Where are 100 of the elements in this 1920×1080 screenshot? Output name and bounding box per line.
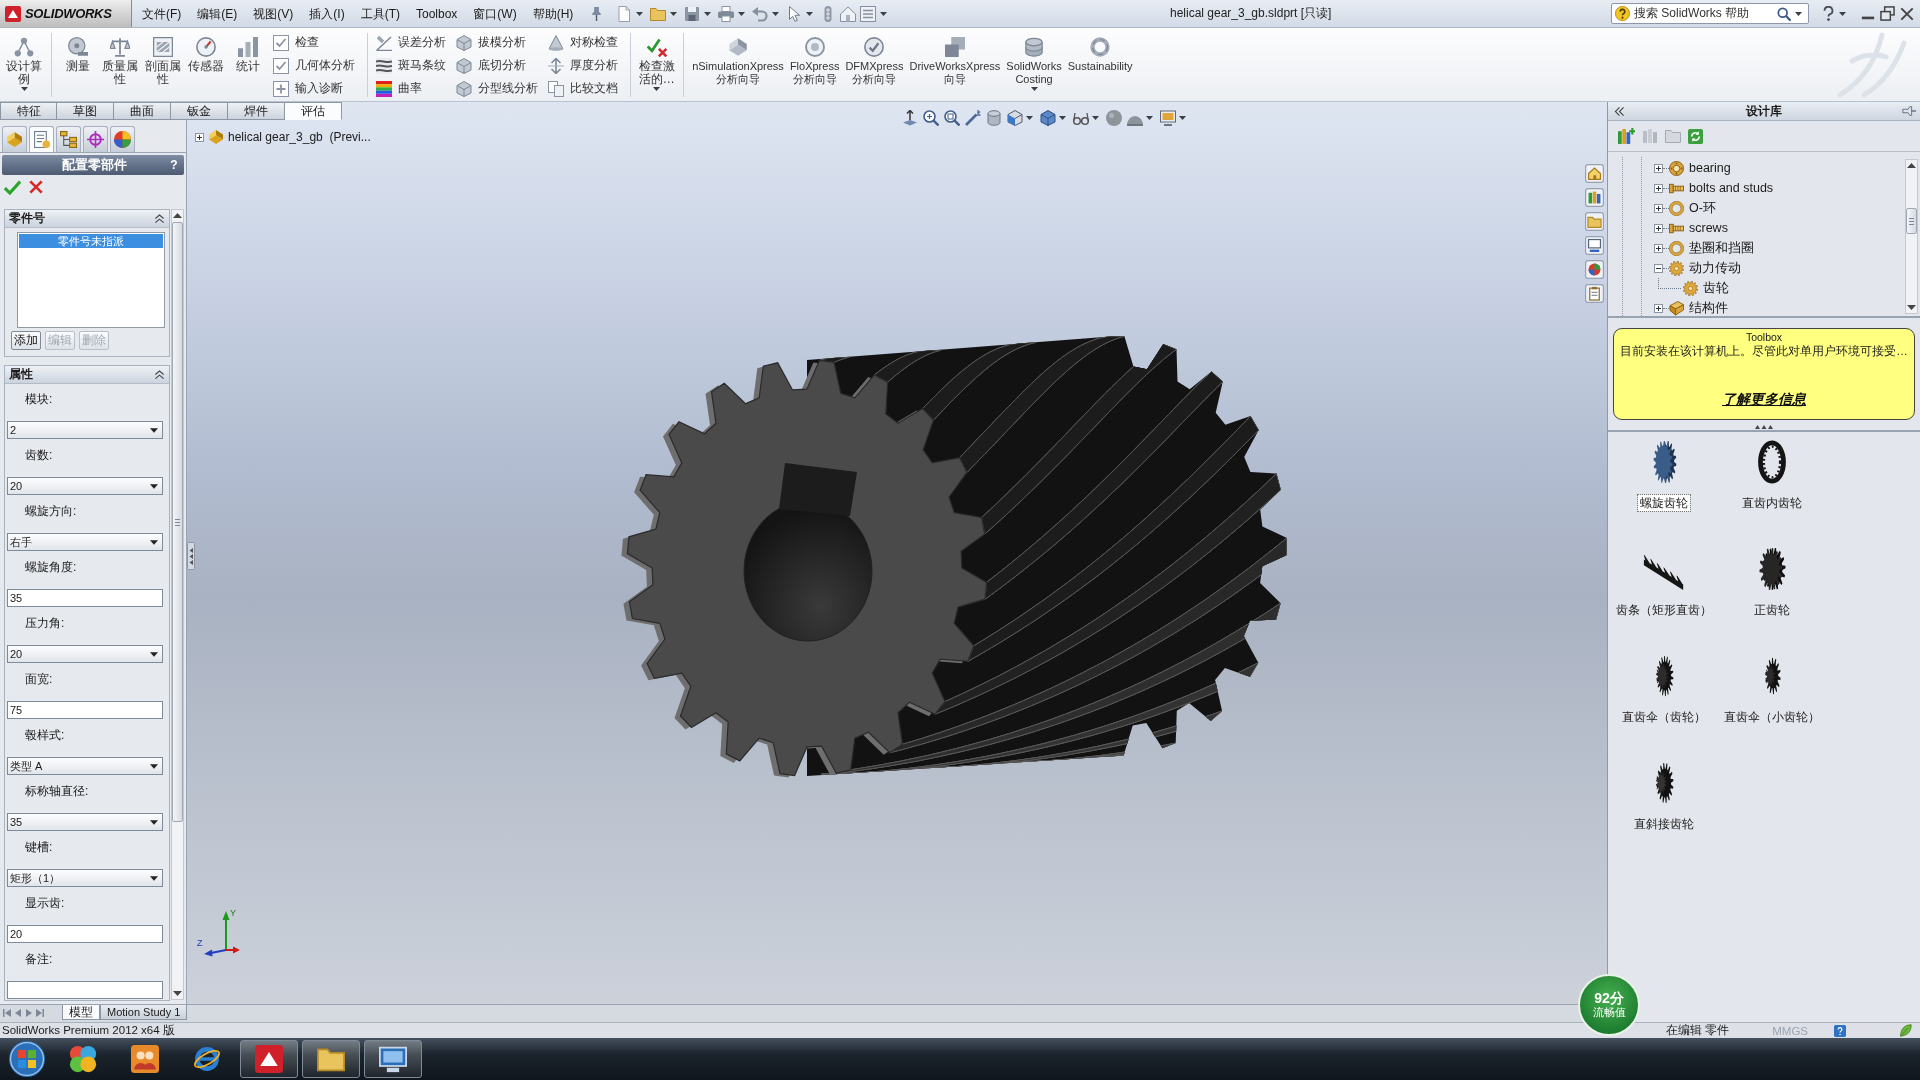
menu-item[interactable]: 窗口(W) bbox=[465, 4, 525, 23]
save-icon[interactable] bbox=[684, 5, 701, 22]
grip-icon[interactable] bbox=[1755, 425, 1773, 429]
expand-icon[interactable] bbox=[195, 132, 204, 142]
library-item[interactable]: 螺旋齿轮 bbox=[1638, 495, 1690, 511]
leaf-icon[interactable] bbox=[1899, 1024, 1912, 1037]
folder-icon[interactable] bbox=[1585, 212, 1604, 231]
library-item[interactable]: 直齿伞（小齿轮） bbox=[1722, 709, 1822, 725]
caret-icon[interactable] bbox=[653, 87, 661, 91]
ribbon-button[interactable]: 拔模分析 bbox=[455, 31, 542, 54]
ribbon-button[interactable]: 厚度分析 bbox=[547, 54, 622, 77]
ribbon-button[interactable]: FloXpress 分析向导 bbox=[789, 31, 840, 100]
caret-icon[interactable] bbox=[1059, 116, 1066, 120]
expand-icon[interactable] bbox=[1654, 303, 1663, 313]
input-field[interactable]: 75 bbox=[7, 701, 163, 719]
ribbon-button[interactable]: 质量属性 bbox=[102, 31, 139, 100]
tree-item[interactable]: bolts and studs bbox=[1689, 181, 1774, 195]
caret-icon[interactable] bbox=[1146, 116, 1153, 120]
ribbon-button[interactable]: 统计 bbox=[229, 31, 267, 100]
caret-icon[interactable] bbox=[1026, 116, 1033, 120]
menu-item[interactable]: Toolbox bbox=[408, 4, 466, 23]
taskbar-button[interactable] bbox=[302, 1040, 360, 1078]
menu-item[interactable]: 插入(I) bbox=[301, 4, 353, 23]
learn-more-link[interactable]: 了解更多信息 bbox=[1722, 391, 1806, 409]
caret-icon[interactable] bbox=[806, 11, 814, 16]
window-icon[interactable] bbox=[1585, 236, 1604, 255]
scroll-down-icon[interactable] bbox=[1907, 305, 1916, 310]
menu-item[interactable]: 编辑(E) bbox=[189, 4, 246, 23]
tree-item[interactable]: helical gear_3_gb (Previ... bbox=[228, 130, 371, 144]
close-icon[interactable] bbox=[29, 180, 43, 194]
expand-icon[interactable] bbox=[1654, 243, 1663, 253]
zoom-area-icon[interactable] bbox=[944, 110, 960, 126]
dropdown[interactable]: 类型 A bbox=[7, 757, 163, 775]
taskbar-button[interactable] bbox=[240, 1040, 298, 1078]
ribbon-button[interactable]: 剖面属性 bbox=[144, 31, 182, 100]
ribbon-button[interactable]: 底切分析 bbox=[455, 54, 542, 77]
ribbon-button[interactable]: 设计算例 bbox=[6, 31, 43, 100]
ribbon-button[interactable]: 曲率 bbox=[375, 77, 450, 100]
caret-icon[interactable] bbox=[1795, 11, 1802, 16]
caret-icon[interactable] bbox=[1030, 87, 1038, 91]
caret-icon[interactable] bbox=[1092, 116, 1099, 120]
menu-item[interactable]: 帮助(H) bbox=[524, 4, 582, 23]
ribbon-button[interactable]: nSimulationXpress 分析向导 bbox=[692, 31, 784, 100]
section-header[interactable]: 零件号 bbox=[5, 210, 169, 228]
tab[interactable]: 曲面 bbox=[114, 102, 171, 120]
ribbon-button[interactable]: 输入诊断 bbox=[272, 77, 359, 100]
library-item[interactable]: 齿条（矩形直齿） bbox=[1614, 602, 1714, 618]
panel-tab[interactable] bbox=[29, 126, 54, 152]
library-item[interactable]: 正齿轮 bbox=[1752, 602, 1792, 618]
caret-icon[interactable] bbox=[636, 11, 644, 16]
library-item[interactable]: 直齿内齿轮 bbox=[1740, 495, 1804, 511]
cursor-icon[interactable] bbox=[786, 5, 803, 22]
chevron-up-icon[interactable] bbox=[154, 213, 165, 224]
ribbon-button[interactable]: 测量 bbox=[59, 31, 97, 100]
menu-item[interactable]: 视图(V) bbox=[245, 4, 302, 23]
logo-panel[interactable]: SOLIDWORKS bbox=[0, 0, 132, 27]
axis-arrow-icon[interactable] bbox=[902, 110, 918, 126]
menu-item[interactable]: 文件(F) bbox=[134, 4, 190, 23]
cube-icon[interactable] bbox=[1040, 110, 1056, 126]
skip-end-icon[interactable] bbox=[36, 1009, 44, 1017]
ribbon-button[interactable]: 误差分析 bbox=[375, 31, 450, 54]
ribbon-button[interactable]: 比较文档 bbox=[547, 77, 622, 100]
menu-item[interactable]: 工具(T) bbox=[352, 4, 408, 23]
tree-item[interactable]: 结构件 bbox=[1689, 299, 1728, 317]
search-field[interactable]: 搜索 SolidWorks 帮助 bbox=[1611, 3, 1809, 24]
input-field[interactable]: 20 bbox=[7, 925, 163, 943]
check-icon[interactable] bbox=[4, 178, 21, 196]
expand-icon[interactable] bbox=[1654, 203, 1663, 213]
ribbon-button[interactable]: DriveWorksXpress 向导 bbox=[909, 31, 1001, 100]
scrollbar[interactable] bbox=[1905, 159, 1918, 314]
collapse-icon[interactable] bbox=[1654, 263, 1663, 273]
wand-icon[interactable] bbox=[965, 110, 981, 126]
dropdown[interactable]: 右手 bbox=[7, 533, 163, 551]
tree-item[interactable]: 垫圈和挡圈 bbox=[1689, 239, 1754, 257]
close-icon[interactable] bbox=[1900, 6, 1914, 21]
ribbon-button[interactable]: 检查 bbox=[272, 31, 359, 54]
caret-icon[interactable] bbox=[670, 11, 678, 16]
search-icon[interactable] bbox=[1777, 6, 1791, 21]
model-tab[interactable]: Motion Study 1 bbox=[100, 1005, 188, 1020]
tab[interactable]: 特征 bbox=[0, 102, 57, 120]
ribbon-button[interactable]: 几何体分析 bbox=[272, 54, 359, 77]
panel-tab[interactable] bbox=[110, 126, 135, 152]
tab[interactable]: 评估 bbox=[285, 102, 342, 120]
dropdown[interactable]: 20 bbox=[7, 477, 163, 495]
pin-icon[interactable] bbox=[1902, 104, 1916, 118]
triangle-left-icon[interactable] bbox=[14, 1009, 22, 1017]
library-item[interactable]: 直斜接齿轮 bbox=[1632, 816, 1696, 832]
scroll-up-icon[interactable] bbox=[173, 213, 182, 218]
caret-icon[interactable] bbox=[20, 87, 28, 91]
tab[interactable]: 钣金 bbox=[171, 102, 228, 120]
scroll-down-icon[interactable] bbox=[173, 991, 182, 996]
help-icon[interactable] bbox=[1834, 1024, 1846, 1037]
dropdown[interactable]: 35 bbox=[7, 813, 163, 831]
zoom-icon[interactable] bbox=[923, 110, 939, 126]
add-books-icon[interactable] bbox=[1618, 127, 1635, 145]
ribbon-button[interactable]: DFMXpress 分析向导 bbox=[845, 31, 904, 100]
color-ball-icon[interactable] bbox=[1585, 260, 1604, 279]
ribbon-button[interactable]: SolidWorks Costing bbox=[1006, 31, 1062, 100]
tab[interactable]: 焊件 bbox=[228, 102, 285, 120]
taskbar-button[interactable] bbox=[364, 1040, 422, 1078]
